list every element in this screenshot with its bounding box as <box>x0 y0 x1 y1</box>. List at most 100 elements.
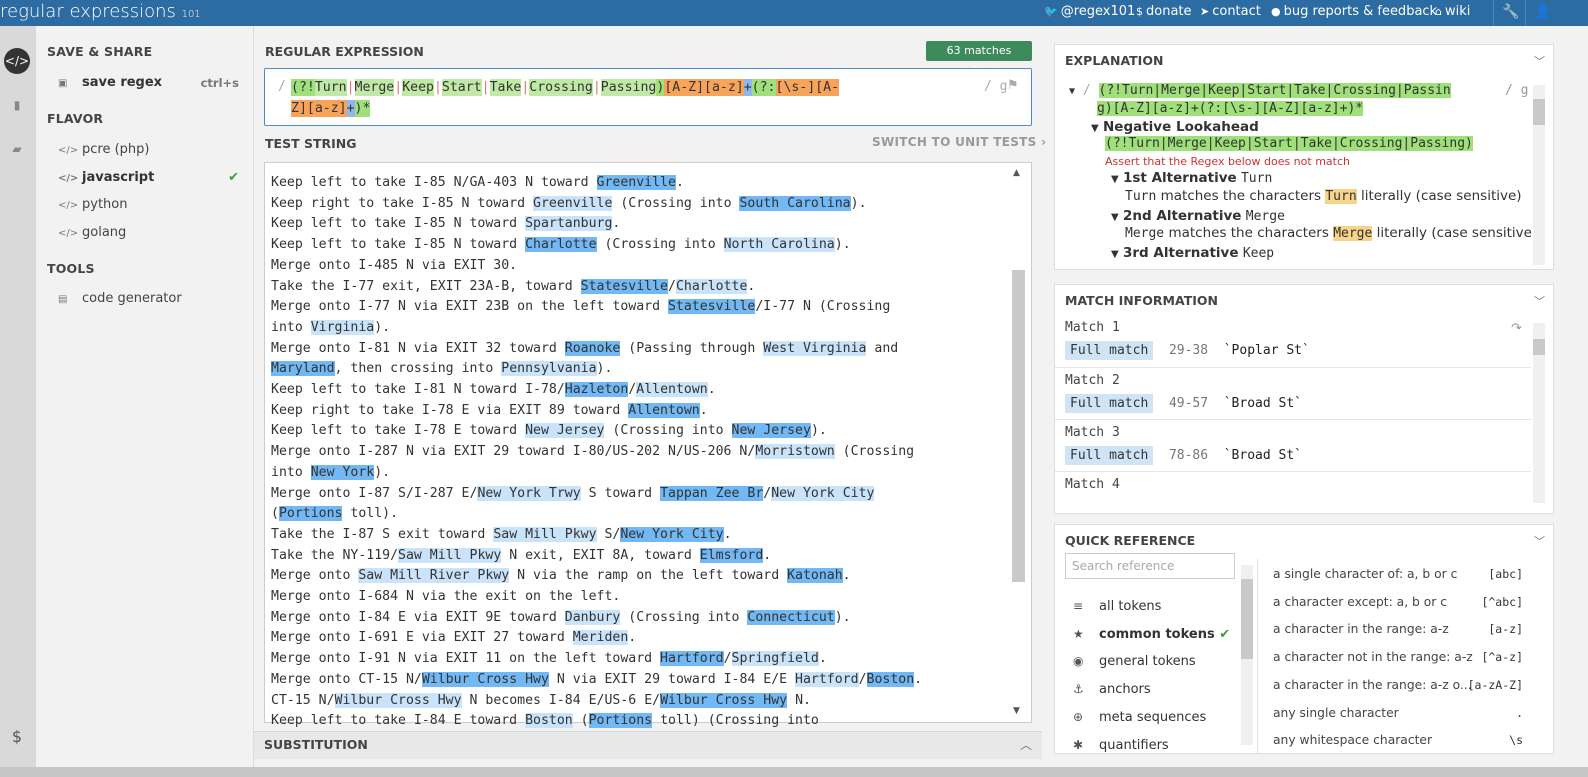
test-string-line: Merge onto I-81 N via EXIT 32 toward Roa… <box>271 339 1011 360</box>
twitter-link[interactable]: 🐦 @regex101 <box>1044 0 1135 26</box>
anchor-icon: ⚓ <box>1073 682 1084 697</box>
categories-scroll-thumb[interactable] <box>1241 579 1253 659</box>
scroll-up-icon[interactable]: ▲ <box>1013 168 1020 178</box>
logo[interactable]: regular expressions 101 <box>0 0 201 26</box>
match-highlight: New York City <box>771 485 875 501</box>
alternative-2-title[interactable]: ▼ 2nd Alternative Merge <box>1111 208 1285 224</box>
text-segment: into <box>271 319 311 335</box>
chat-icon[interactable]: ▰ <box>4 136 30 162</box>
reference-row[interactable]: a character in the range: a-z o... [a-zA-… <box>1273 674 1523 696</box>
dollar-icon[interactable]: $ <box>4 724 30 750</box>
category-anchors[interactable]: ⚓ anchors <box>1073 678 1253 700</box>
category-meta-sequences[interactable]: ⊕ meta sequences <box>1073 706 1253 728</box>
match-row[interactable]: Full match 49-57 `Broad St` <box>1065 394 1302 416</box>
flavor-python[interactable]: </> python <box>47 193 247 217</box>
regex-alternation: | <box>481 80 490 95</box>
donate-link[interactable]: $ donate <box>1136 0 1192 26</box>
text-segment: . <box>747 278 756 294</box>
chevron-up-icon[interactable]: ︿ <box>1020 736 1032 753</box>
book-icon[interactable]: ▮ <box>4 92 30 118</box>
alt-title: 1st Alternative <box>1123 170 1237 186</box>
match-highlight: Springfield <box>731 651 819 667</box>
category-general-tokens[interactable]: ◉ general tokens <box>1073 650 1253 672</box>
code-generator-label: code generator <box>82 291 182 306</box>
match-information-panel: MATCH INFORMATION ﹀ Match 1 ↷ Full match… <box>1054 284 1554 514</box>
logo-text: regular expressions <box>0 1 176 22</box>
regex-input[interactable]: / (?!Turn|Merge|Keep|Start|Take|Crossing… <box>264 68 1032 126</box>
search-reference-input[interactable]: Search reference <box>1065 553 1235 579</box>
flavor-golang[interactable]: </> golang <box>47 221 247 245</box>
reference-row[interactable]: any whitespace character \s <box>1273 729 1523 751</box>
reference-token: [a-zA-Z] <box>1467 677 1523 692</box>
reference-row[interactable]: a single character of: a, b or c [abc] <box>1273 563 1523 585</box>
match-highlight: Greenville <box>533 195 613 211</box>
scroll-down-icon[interactable]: ▼ <box>1013 706 1020 716</box>
reference-row[interactable]: a character except: a, b or c [^abc] <box>1273 591 1523 613</box>
test-string-text[interactable]: Keep left to take I-85 N/GA-403 N toward… <box>271 173 1011 732</box>
wiki-link[interactable]: ⌂ wiki <box>1435 0 1470 26</box>
text-segment: CT-15 N/ <box>271 692 335 708</box>
text-segment: / <box>723 651 732 667</box>
code-icon[interactable]: </> <box>4 48 30 74</box>
regex-close-delimiter[interactable]: / g <box>984 79 1007 94</box>
category-label: common tokens <box>1099 626 1215 642</box>
text-segment: Keep left to take I-85 N toward <box>271 216 526 232</box>
bug-reports-link[interactable]: ● bug reports & feedback <box>1271 0 1437 26</box>
contact-link[interactable]: ➤ contact <box>1200 0 1261 26</box>
test-string-editor[interactable]: Keep left to take I-85 N/GA-403 N toward… <box>264 162 1032 729</box>
flavor-pcre[interactable]: </> pcre (php) <box>47 138 247 162</box>
regex-line: (?!Turn|Merge|Keep|Start|Take|Crossing|P… <box>291 77 931 98</box>
text-segment: (Crossing into <box>620 609 748 625</box>
share-icon[interactable]: ↷ <box>1511 321 1522 336</box>
regex-text[interactable]: (?!Turn|Merge|Keep|Start|Take|Crossing|P… <box>291 77 931 119</box>
wrench-icon[interactable]: 🔧 <box>1497 0 1525 26</box>
chevron-down-icon[interactable]: ﹀ <box>1534 53 1545 69</box>
text-segment: Take the I-77 exit, EXIT 23A-B, toward <box>271 278 581 294</box>
text-segment: N via the ramp on the left toward <box>509 568 788 584</box>
flag-icon[interactable]: ⚑ <box>1007 78 1019 93</box>
match-highlight: Statesville <box>580 278 668 294</box>
test-string-scroll-thumb[interactable] <box>1012 270 1025 582</box>
reference-row[interactable]: a character not in the range: a-z [^a-z] <box>1273 646 1523 668</box>
lookahead-label: Negative Lookahead <box>1103 119 1259 135</box>
reference-token: [^a-z] <box>1481 650 1523 665</box>
alt-title: 2nd Alternative <box>1123 208 1242 224</box>
match-highlight: Virginia <box>310 319 375 335</box>
category-quantifiers[interactable]: ✱ quantifiers <box>1073 734 1253 754</box>
match-highlight: New Jersey <box>731 423 811 439</box>
match-highlight: Pennsylvania <box>501 361 597 377</box>
flavor-javascript[interactable]: </> javascript ✔ <box>47 166 247 190</box>
match-row[interactable]: Full match 78-86 `Broad St` <box>1065 446 1302 468</box>
reference-row[interactable]: a character in the range: a-z [a-z] <box>1273 618 1523 640</box>
chevron-down-icon[interactable]: ﹀ <box>1534 533 1545 549</box>
substitution-bar[interactable]: SUBSTITUTION ︿ <box>254 731 1042 759</box>
star-icon: ★ <box>1073 626 1084 641</box>
left-rail: </> ▮ ▰ $ <box>0 26 36 767</box>
logo-version: 101 <box>181 9 201 20</box>
user-icon[interactable]: 👤 <box>1529 0 1557 26</box>
match-scroll-thumb[interactable] <box>1533 339 1545 355</box>
match-row[interactable]: Full match 29-38 `Poplar St` <box>1065 341 1310 363</box>
regex-token: [A-Z] <box>664 79 705 96</box>
save-regex-button[interactable]: ▣ save regex ctrl+s <box>47 71 247 95</box>
match-highlight: Allentown <box>636 382 708 398</box>
chevron-down-icon[interactable]: ﹀ <box>1534 293 1545 309</box>
alternative-3-title[interactable]: ▼ 3rd Alternative Keep <box>1111 245 1274 261</box>
text-segment: Keep left to take I-85 N/GA-403 N toward <box>271 175 597 190</box>
reference-row[interactable]: any single character. <box>1273 702 1523 724</box>
switch-to-unit-tests-link[interactable]: SWITCH TO UNIT TESTS › <box>872 135 1046 149</box>
code-generator-button[interactable]: ▤ code generator <box>47 287 247 311</box>
test-string-line: into Virginia). <box>271 318 1011 339</box>
lookahead-note: Assert that the Regex below does not mat… <box>1105 155 1350 168</box>
category-all-tokens[interactable]: ≡ all tokens <box>1073 595 1253 617</box>
lookahead-regex: (?!Turn|Merge|Keep|Start|Take|Crossing|P… <box>1105 136 1473 151</box>
alt-token: Keep <box>1242 246 1275 261</box>
explanation-scroll-thumb[interactable] <box>1533 99 1545 125</box>
category-common-tokens[interactable]: ★ common tokens ✔ <box>1073 623 1253 645</box>
test-string-line: Take the I-77 exit, EXIT 23A-B, toward S… <box>271 277 1011 298</box>
lookahead-title[interactable]: ▼ Negative Lookahead <box>1091 119 1259 135</box>
match-highlight: Allentown <box>628 402 700 418</box>
match-highlight: Boston <box>525 713 573 729</box>
alternative-1-title[interactable]: ▼ 1st Alternative Turn <box>1111 170 1272 186</box>
regex-token: Turn <box>314 79 347 96</box>
